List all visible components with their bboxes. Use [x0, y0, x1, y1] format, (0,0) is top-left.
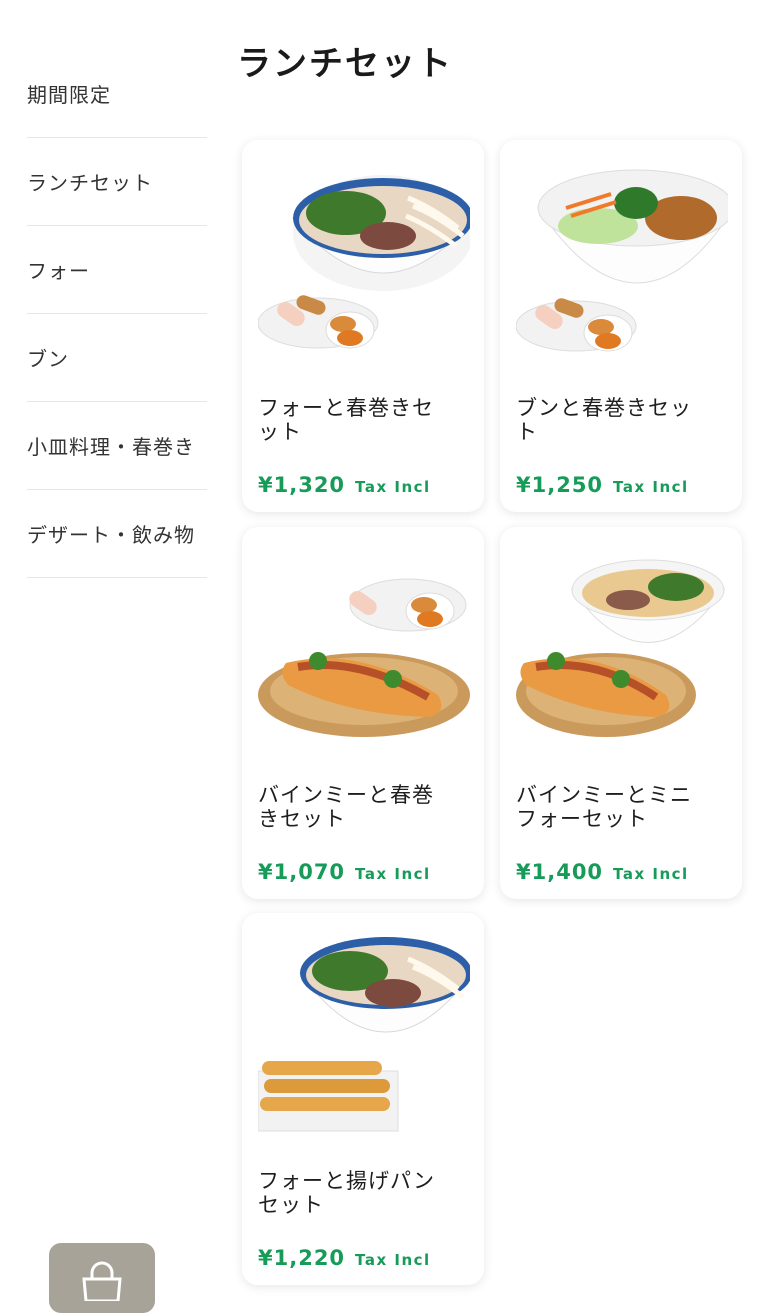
product-image — [516, 158, 728, 368]
product-price: ¥1,320 — [258, 473, 346, 497]
category-label: フォー — [27, 259, 90, 283]
category-item-pho[interactable]: フォー — [27, 226, 207, 314]
page-title: ランチセット — [237, 44, 453, 84]
product-card-bun-spring-roll-set[interactable]: ブンと春巻きセット ¥1,250 Tax Incl — [500, 140, 742, 512]
product-card-pho-spring-roll-set[interactable]: フォーと春巻きセット ¥1,320 Tax Incl — [242, 140, 484, 512]
price-row: ¥1,320 Tax Incl — [258, 473, 431, 497]
product-name: フォーと春巻きセット — [258, 396, 434, 444]
price-row: ¥1,250 Tax Incl — [516, 473, 689, 497]
product-card-banh-mi-spring-roll-set[interactable]: バインミーと春巻きセット ¥1,070 Tax Incl — [242, 527, 484, 899]
product-price: ¥1,250 — [516, 473, 604, 497]
category-label: ランチセット — [27, 171, 153, 195]
tax-label: Tax Incl — [613, 478, 689, 496]
product-card-pho-fried-bread-set[interactable]: フォーと揚げパンセット ¥1,220 Tax Incl — [242, 913, 484, 1285]
price-row: ¥1,220 Tax Incl — [258, 1246, 431, 1270]
category-sidebar: 期間限定 ランチセット フォー ブン 小皿料理・春巻き デザート・飲み物 — [27, 50, 207, 578]
tax-label: Tax Incl — [355, 478, 431, 496]
product-name: バインミーとミニフォーセット — [516, 783, 692, 831]
category-label: デザート・飲み物 — [27, 523, 195, 547]
product-card-banh-mi-mini-pho-set[interactable]: バインミーとミニフォーセット ¥1,400 Tax Incl — [500, 527, 742, 899]
product-price: ¥1,400 — [516, 860, 604, 884]
category-label: ブン — [27, 347, 69, 371]
product-name: ブンと春巻きセット — [516, 396, 692, 444]
price-row: ¥1,070 Tax Incl — [258, 860, 431, 884]
cart-button[interactable] — [49, 1243, 155, 1313]
product-name: フォーと揚げパンセット — [258, 1169, 436, 1217]
tax-label: Tax Incl — [355, 865, 431, 883]
tax-label: Tax Incl — [355, 1251, 431, 1269]
category-label: 小皿料理・春巻き — [27, 435, 195, 459]
price-row: ¥1,400 Tax Incl — [516, 860, 689, 884]
product-price: ¥1,220 — [258, 1246, 346, 1270]
product-image — [258, 545, 470, 755]
product-image — [258, 931, 470, 1141]
product-name: バインミーと春巻きセット — [258, 783, 434, 831]
product-image — [258, 158, 470, 368]
category-item-bun[interactable]: ブン — [27, 314, 207, 402]
category-label: 期間限定 — [27, 83, 111, 107]
product-image — [516, 545, 728, 755]
category-item-limited[interactable]: 期間限定 — [27, 50, 207, 138]
product-price: ¥1,070 — [258, 860, 346, 884]
category-item-dessert-drinks[interactable]: デザート・飲み物 — [27, 490, 207, 578]
tax-label: Tax Incl — [613, 865, 689, 883]
shopping-bag-icon — [82, 1261, 122, 1301]
category-item-small-plates[interactable]: 小皿料理・春巻き — [27, 402, 207, 490]
category-item-lunch-set[interactable]: ランチセット — [27, 138, 207, 226]
